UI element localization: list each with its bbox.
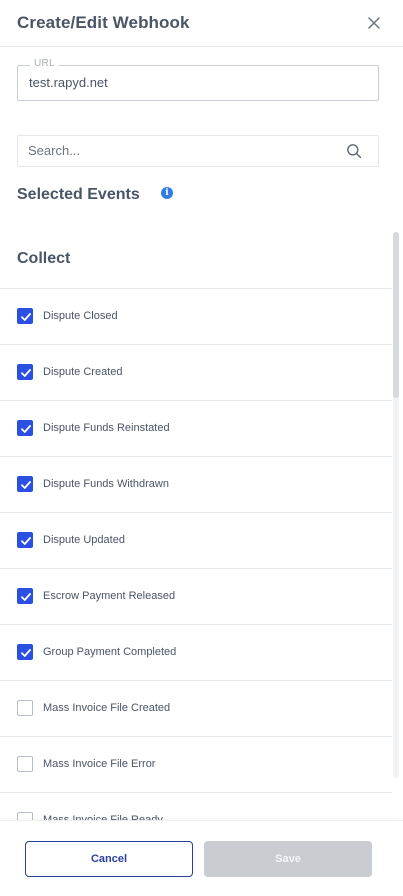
event-checkbox[interactable] (17, 364, 33, 380)
save-button[interactable]: Save (204, 841, 372, 877)
event-row[interactable]: Escrow Payment Released (0, 569, 392, 625)
close-icon[interactable] (366, 15, 382, 31)
event-label: Escrow Payment Released (43, 590, 176, 602)
scrollbar[interactable] (393, 232, 399, 778)
checkmark-icon (21, 369, 31, 377)
webhook-panel: Create/Edit Webhook URL Selected Events … (0, 0, 403, 896)
url-field[interactable]: URL (17, 58, 379, 101)
info-icon[interactable]: i (161, 187, 173, 199)
event-row[interactable]: Dispute Funds Withdrawn (0, 457, 392, 513)
event-label: Group Payment Completed (43, 646, 177, 658)
event-row[interactable]: Dispute Created (0, 345, 392, 401)
event-checkbox[interactable] (17, 532, 33, 548)
panel-footer: Cancel Save (0, 820, 403, 896)
checkmark-icon (21, 649, 31, 657)
scrollbar-thumb[interactable] (393, 232, 399, 398)
event-row[interactable]: Group Payment Completed (0, 625, 392, 681)
event-checkbox[interactable] (17, 308, 33, 324)
event-row[interactable]: Dispute Updated (0, 513, 392, 569)
panel-header: Create/Edit Webhook (0, 0, 403, 47)
checkmark-icon (21, 481, 31, 489)
event-row[interactable]: Mass Invoice File Created (0, 681, 392, 737)
event-row[interactable]: Dispute Closed (0, 289, 392, 345)
event-label: Mass Invoice File Error (43, 758, 156, 770)
event-checkbox[interactable] (17, 476, 33, 492)
selected-events-heading: Selected Events (17, 186, 140, 203)
checkmark-icon (21, 537, 31, 545)
events-list: Collect Dispute Closed Dispute Created Dis… (0, 232, 403, 820)
search-field[interactable] (17, 135, 379, 167)
panel-title: Create/Edit Webhook (17, 13, 190, 32)
url-input[interactable] (29, 75, 359, 90)
event-checkbox[interactable] (17, 644, 33, 660)
event-label: Dispute Funds Reinstated (43, 422, 170, 434)
cancel-button[interactable]: Cancel (25, 841, 193, 877)
group-title: Collect (17, 250, 71, 267)
event-label: Dispute Funds Withdrawn (43, 478, 169, 490)
event-label: Dispute Updated (43, 534, 125, 546)
event-checkbox[interactable] (17, 812, 33, 820)
search-icon[interactable] (346, 143, 362, 159)
event-row[interactable]: Dispute Funds Reinstated (0, 401, 392, 457)
event-row[interactable]: Mass Invoice File Ready (0, 793, 392, 820)
checkmark-icon (21, 593, 31, 601)
checkmark-icon (21, 313, 31, 321)
checkmark-icon (21, 425, 31, 433)
search-input[interactable] (28, 143, 328, 158)
event-row[interactable]: Mass Invoice File Error (0, 737, 392, 793)
url-field-label: URL (30, 58, 59, 69)
event-label: Mass Invoice File Created (43, 702, 171, 714)
event-label: Dispute Created (43, 366, 123, 378)
event-checkbox[interactable] (17, 756, 33, 772)
event-checkbox[interactable] (17, 588, 33, 604)
event-checkbox[interactable] (17, 420, 33, 436)
event-checkbox[interactable] (17, 700, 33, 716)
event-label: Dispute Closed (43, 310, 118, 322)
